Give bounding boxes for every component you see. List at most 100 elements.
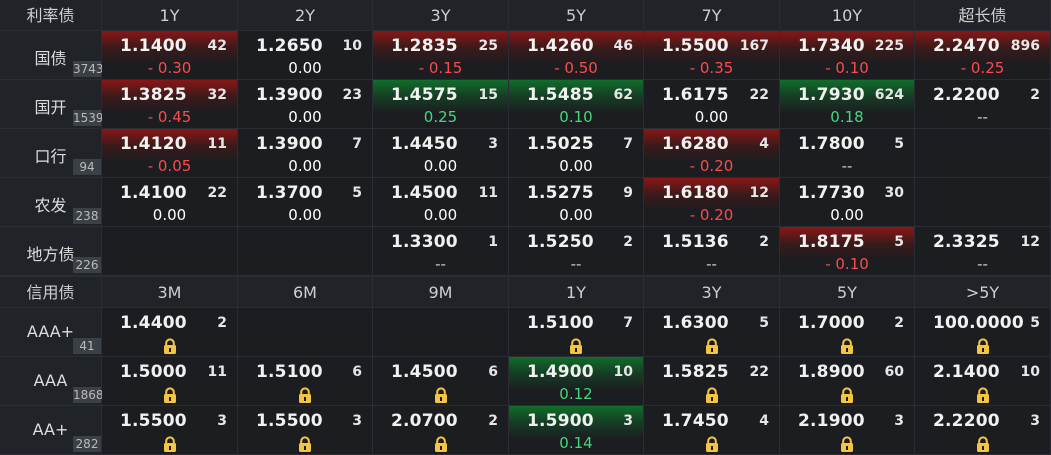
quote-cell[interactable]: 1.7000 2 — [780, 308, 915, 357]
quote-cell[interactable]: 1.2835 25 - 0.15 — [373, 31, 509, 80]
yield-value: 2.2470 — [933, 36, 1000, 56]
quote-cell[interactable]: 2.2470 896 - 0.25 — [915, 31, 1051, 80]
yield-value: 1.5825 — [662, 362, 729, 382]
quote-cell[interactable]: 1.5900 3 0.14 — [509, 406, 644, 455]
row-label[interactable]: 国债 3743 — [0, 31, 104, 80]
quote-cell[interactable]: 1.7730 30 0.00 — [780, 178, 915, 227]
table-row: 地方债 226 1.3300 1 -- 1.5250 2 -- 1.5136 2 -- 1.8175 5… — [0, 227, 1051, 276]
yield-value: 1.5100 — [527, 313, 594, 333]
quote-cell[interactable]: 1.1400 42 - 0.30 — [102, 31, 238, 80]
yield-value: 1.8900 — [798, 362, 865, 382]
quote-cell[interactable]: 1.4450 3 0.00 — [373, 129, 509, 178]
quote-cell[interactable]: 1.2650 10 0.00 — [238, 31, 373, 80]
quote-cell[interactable]: 1.4400 2 — [102, 308, 238, 357]
row-label[interactable]: AAA+ 41 — [0, 308, 102, 357]
quote-cell[interactable]: 1.7930 624 0.18 — [780, 80, 915, 129]
deal-count: 10 — [342, 38, 362, 54]
change-value: - 0.20 — [689, 206, 734, 224]
quote-cell[interactable]: 1.6175 22 0.00 — [644, 80, 780, 129]
column-header[interactable]: >5Y — [915, 277, 1051, 308]
quote-cell[interactable]: 1.5000 11 — [102, 357, 238, 406]
quote-cell[interactable]: 1.7340 225 - 0.10 — [780, 31, 915, 80]
deal-count: 25 — [478, 38, 498, 54]
column-header[interactable]: 6M — [238, 277, 373, 308]
row-label[interactable]: 国开 1539 — [0, 80, 104, 129]
row-label[interactable]: AA+ 282 — [0, 406, 102, 455]
quote-cell[interactable]: 2.2200 2 -- — [915, 80, 1051, 129]
column-header[interactable]: 7Y — [644, 0, 780, 31]
quote-cell[interactable]: 1.5275 9 0.00 — [509, 178, 644, 227]
deal-count: 30 — [884, 185, 904, 201]
quote-cell[interactable]: 1.5500 3 — [238, 406, 373, 455]
deal-count: 46 — [613, 38, 633, 54]
quote-cell[interactable]: 1.5136 2 -- — [644, 227, 780, 276]
quote-cell[interactable]: 1.4575 15 0.25 — [373, 80, 509, 129]
quote-cell[interactable]: 1.5500 3 — [102, 406, 238, 455]
quote-cell[interactable]: 1.5825 22 — [644, 357, 780, 406]
quote-cell[interactable]: 100.0000 5 — [915, 308, 1051, 357]
quote-cell[interactable]: 1.6300 5 — [644, 308, 780, 357]
quote-cell — [915, 178, 1051, 227]
quote-cell[interactable]: 1.4260 46 - 0.50 — [509, 31, 644, 80]
row-label[interactable]: 地方债 226 — [0, 227, 102, 276]
yield-value: 1.2650 — [256, 36, 323, 56]
quote-cell[interactable]: 1.3700 5 0.00 — [238, 178, 373, 227]
quote-cell[interactable]: 1.5500 167 - 0.35 — [644, 31, 780, 80]
deal-count: 10 — [1020, 364, 1040, 380]
column-header[interactable]: 3M — [102, 277, 238, 308]
column-header[interactable]: 5Y — [780, 277, 915, 308]
yield-value: 2.3325 — [933, 232, 1000, 252]
quote-cell[interactable]: 1.3900 7 0.00 — [238, 129, 373, 178]
quote-cell[interactable]: 1.4500 11 0.00 — [373, 178, 509, 227]
column-header[interactable]: 9M — [373, 277, 509, 308]
quote-cell[interactable]: 2.1400 10 — [915, 357, 1051, 406]
quote-cell[interactable]: 1.8900 60 — [780, 357, 915, 406]
column-header[interactable]: 5Y — [509, 0, 644, 31]
quote-cell[interactable]: 1.4120 11 - 0.05 — [102, 129, 238, 178]
lock-icon — [570, 338, 582, 354]
quote-cell[interactable]: 2.1900 3 — [780, 406, 915, 455]
quote-cell[interactable]: 1.5025 7 0.00 — [509, 129, 644, 178]
change-value: -- — [570, 255, 582, 273]
quote-cell[interactable]: 1.3900 23 0.00 — [238, 80, 373, 129]
lock-icon — [841, 338, 853, 354]
quote-cell[interactable]: 2.0700 2 — [373, 406, 509, 455]
quote-cell[interactable]: 1.4500 6 — [373, 357, 509, 406]
yield-value: 1.6280 — [662, 134, 729, 154]
quote-cell[interactable]: 1.4900 10 0.12 — [509, 357, 644, 406]
row-label[interactable]: 口行 94 — [0, 129, 102, 178]
lock-icon — [705, 387, 718, 403]
quote-cell[interactable]: 1.3300 1 -- — [373, 227, 509, 276]
column-header[interactable]: 超长债 — [915, 0, 1051, 31]
deal-count: 225 — [874, 38, 904, 54]
row-label[interactable]: AAA 1868 — [0, 357, 104, 406]
row-label[interactable]: 农发 238 — [0, 178, 102, 227]
column-header[interactable]: 10Y — [780, 0, 915, 31]
quote-cell[interactable]: 2.2200 3 — [915, 406, 1051, 455]
quote-cell[interactable]: 1.7800 5 -- — [780, 129, 915, 178]
column-header[interactable]: 1Y — [102, 0, 238, 31]
row-count-badge: 41 — [73, 338, 101, 354]
quote-cell[interactable]: 1.5485 62 0.10 — [509, 80, 644, 129]
deal-count: 62 — [613, 87, 633, 103]
column-header[interactable]: 3Y — [373, 0, 509, 31]
quote-cell[interactable]: 1.3825 32 - 0.45 — [102, 80, 238, 129]
quote-cell[interactable]: 1.8175 5 - 0.10 — [780, 227, 915, 276]
deal-count: 12 — [1020, 234, 1040, 250]
quote-cell[interactable]: 1.5250 2 -- — [509, 227, 644, 276]
quote-cell[interactable]: 2.3325 12 -- — [915, 227, 1051, 276]
quote-cell[interactable]: 1.6280 4 - 0.20 — [644, 129, 780, 178]
row-count-badge: 226 — [73, 257, 101, 273]
quote-cell[interactable]: 1.4100 22 0.00 — [102, 178, 238, 227]
quote-cell[interactable]: 1.5100 6 — [238, 357, 373, 406]
quote-cell[interactable]: 1.7450 4 — [644, 406, 780, 455]
yield-value: 1.3300 — [391, 232, 458, 252]
table-row: 农发 238 1.4100 22 0.00 1.3700 5 0.00 1.4500 11 0.00… — [0, 178, 1051, 227]
quote-cell[interactable]: 1.5100 7 — [509, 308, 644, 357]
column-header[interactable]: 2Y — [238, 0, 373, 31]
column-header[interactable]: 1Y — [509, 277, 644, 308]
column-header[interactable]: 3Y — [644, 277, 780, 308]
deal-count: 10 — [613, 364, 633, 380]
deal-count: 7 — [623, 136, 633, 152]
quote-cell[interactable]: 1.6180 12 - 0.20 — [644, 178, 780, 227]
